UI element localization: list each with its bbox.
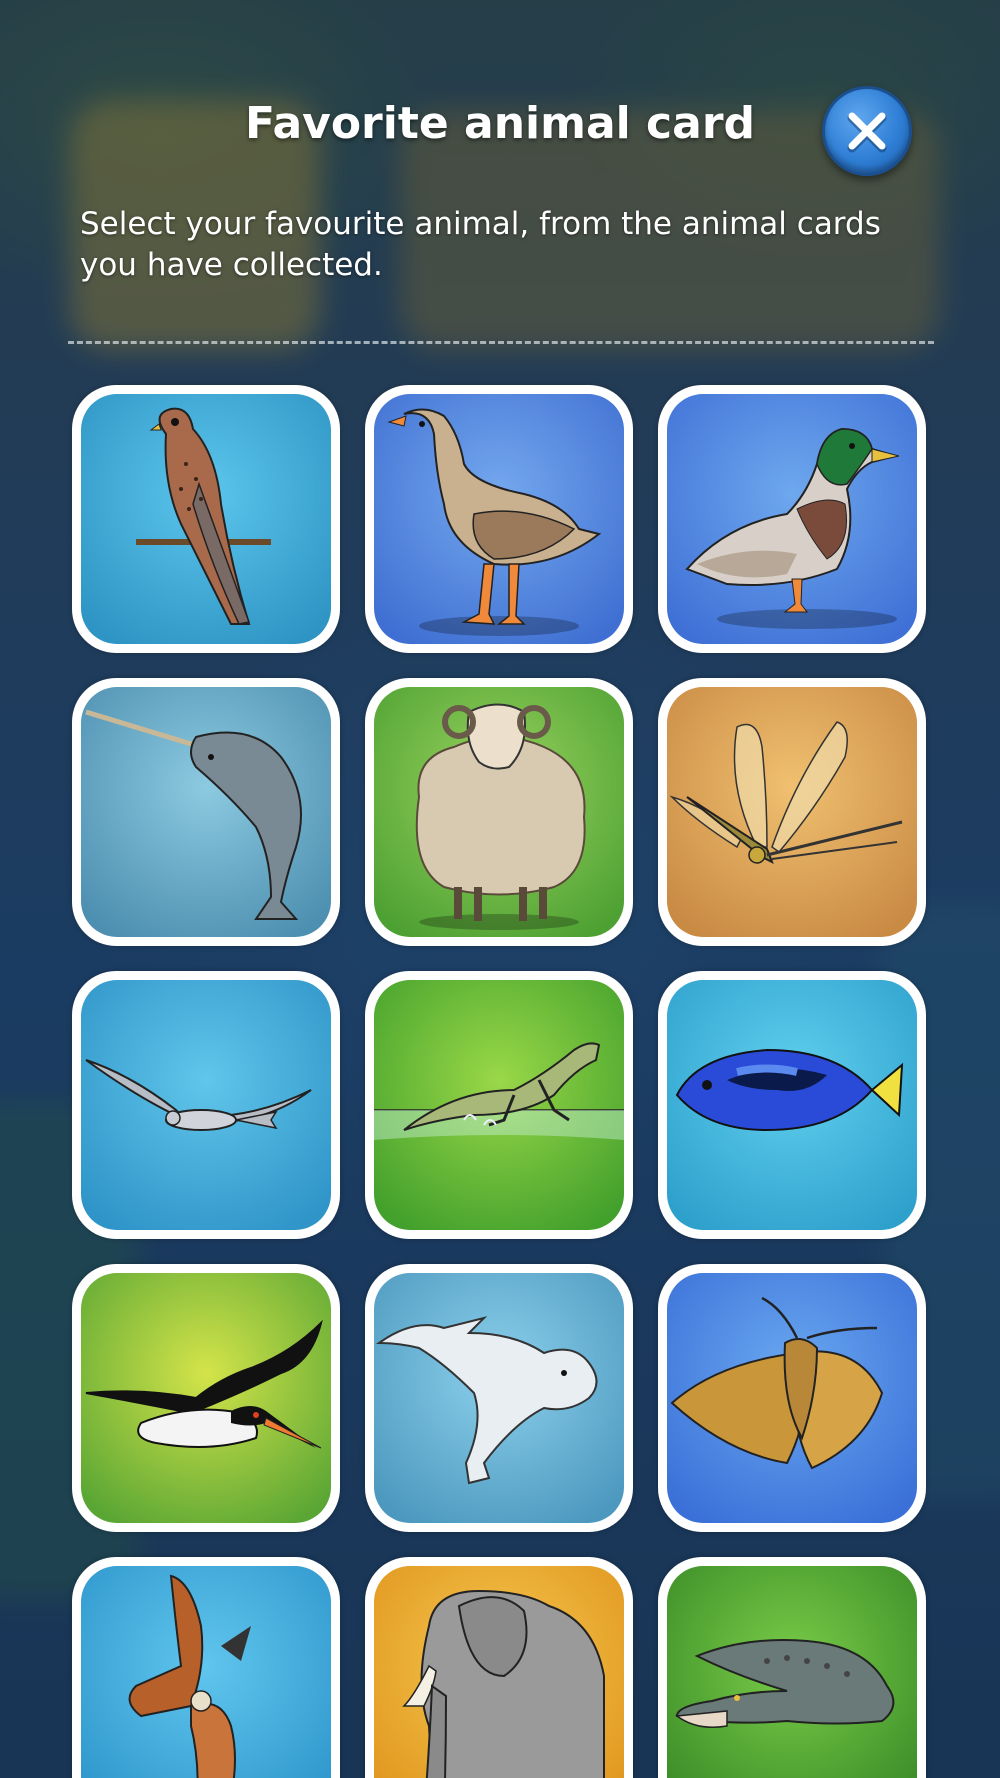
card-art	[374, 1566, 624, 1778]
oystercatcher-illustration	[81, 1273, 331, 1523]
animal-card-grid	[72, 385, 926, 1778]
red-kite-illustration	[81, 1566, 331, 1778]
crocodile-illustration	[667, 1566, 917, 1778]
card-art	[81, 980, 331, 1230]
fish-illustration	[667, 980, 917, 1230]
kestrel-illustration	[81, 394, 331, 644]
animal-card-moth[interactable]	[658, 1264, 926, 1532]
close-button[interactable]	[822, 86, 912, 176]
card-art	[374, 1273, 624, 1523]
divider	[68, 341, 934, 344]
lizard-illustration	[374, 980, 624, 1230]
card-art	[667, 1566, 917, 1778]
card-art	[667, 394, 917, 644]
animal-card-blue-tang-fish[interactable]	[658, 971, 926, 1239]
animal-card-red-kite[interactable]	[72, 1557, 340, 1778]
animal-card-dragonfly[interactable]	[658, 678, 926, 946]
moth-illustration	[667, 1273, 917, 1523]
animal-card-beluga[interactable]	[365, 1264, 633, 1532]
dragonfly-illustration	[667, 687, 917, 937]
card-art	[667, 980, 917, 1230]
favorite-card-dialog: Favorite animal card Select your favouri…	[0, 0, 1000, 1778]
animal-card-goose[interactable]	[365, 385, 633, 653]
narwhal-illustration	[81, 687, 331, 937]
card-art	[374, 687, 624, 937]
animal-card-narwhal[interactable]	[72, 678, 340, 946]
goose-illustration	[374, 394, 624, 644]
card-art	[667, 687, 917, 937]
animal-card-oystercatcher[interactable]	[72, 1264, 340, 1532]
sheep-illustration	[374, 687, 624, 937]
animal-card-crocodile[interactable]	[658, 1557, 926, 1778]
elephant-illustration	[374, 1566, 624, 1778]
animal-card-mallard[interactable]	[658, 385, 926, 653]
card-art	[81, 1273, 331, 1523]
animal-card-elephant[interactable]	[365, 1557, 633, 1778]
beluga-illustration	[374, 1273, 624, 1523]
close-icon	[847, 112, 887, 153]
card-art	[667, 1273, 917, 1523]
animal-card-sheep[interactable]	[365, 678, 633, 946]
harrier-illustration	[81, 980, 331, 1230]
animal-card-kestrel[interactable]	[72, 385, 340, 653]
card-art	[374, 394, 624, 644]
card-art	[81, 394, 331, 644]
animal-card-basilisk-lizard[interactable]	[365, 971, 633, 1239]
mallard-illustration	[667, 394, 917, 644]
card-art	[374, 980, 624, 1230]
card-art	[81, 687, 331, 937]
animal-card-harrier[interactable]	[72, 971, 340, 1239]
card-art	[81, 1566, 331, 1778]
dialog-instructions: Select your favourite animal, from the a…	[80, 206, 881, 283]
